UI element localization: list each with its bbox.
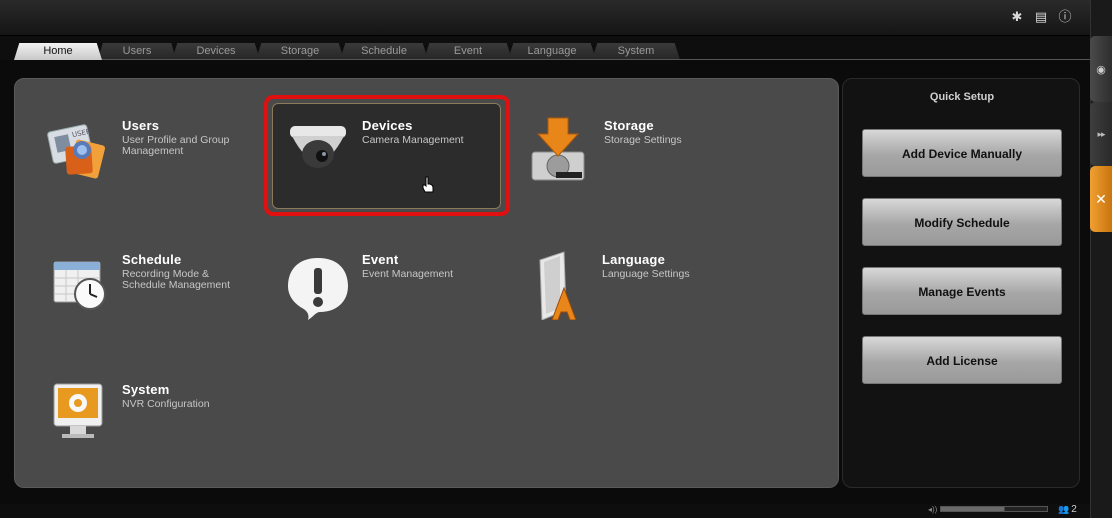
tab-devices[interactable]: Devices xyxy=(172,43,260,60)
info-icon[interactable]: ⓘ xyxy=(1058,10,1072,24)
schedule-description: Recording Mode & Schedule Management xyxy=(122,268,230,291)
storage-title: Storage xyxy=(604,118,654,133)
quick-setup-panel: Quick Setup Add Device Manually Modify S… xyxy=(842,78,1080,488)
eye-icon[interactable]: ◉ xyxy=(1090,36,1112,102)
tab-event[interactable]: Event xyxy=(424,43,512,60)
home-item-schedule[interactable]: Schedule Recording Mode & Schedule Manag… xyxy=(52,250,247,320)
home-item-users[interactable]: USER Users User Profile and Group Manage… xyxy=(44,116,247,186)
calendar-clock-icon xyxy=(52,250,114,320)
schedule-title: Schedule xyxy=(122,252,182,267)
system-description: NVR Configuration xyxy=(122,398,210,410)
users-icon: USER xyxy=(44,116,114,186)
devices-description: Camera Management xyxy=(362,134,464,146)
language-icon xyxy=(530,250,596,321)
tab-schedule[interactable]: Schedule xyxy=(340,43,428,60)
document-icon[interactable]: ▤ xyxy=(1034,10,1048,24)
tab-users[interactable]: Users xyxy=(98,43,176,60)
top-icons: ✱ ▤ ⓘ xyxy=(1010,10,1072,24)
speaker-icon: ◂)) xyxy=(928,504,938,514)
event-title: Event xyxy=(362,252,399,267)
connected-users-count: 2 xyxy=(1071,504,1077,515)
event-description: Event Management xyxy=(362,268,454,280)
users-description: User Profile and Group Management xyxy=(122,134,230,157)
users-title: Users xyxy=(122,118,160,133)
gear-icon[interactable]: ✱ xyxy=(1010,10,1024,24)
add-license-button[interactable]: Add License xyxy=(862,336,1062,384)
manage-events-button[interactable]: Manage Events xyxy=(862,267,1062,315)
volume-slider[interactable] xyxy=(940,506,1048,512)
tab-storage[interactable]: Storage xyxy=(256,43,344,60)
storage-icon xyxy=(526,116,596,186)
add-device-manually-button[interactable]: Add Device Manually xyxy=(862,129,1062,177)
system-title: System xyxy=(122,382,170,397)
language-title: Language xyxy=(602,252,665,267)
tab-underline xyxy=(14,59,1106,60)
devices-title: Devices xyxy=(362,118,413,133)
storage-description: Storage Settings xyxy=(604,134,682,146)
fast-forward-icon[interactable]: ▸▸ xyxy=(1090,102,1112,166)
volume-control[interactable]: ◂)) xyxy=(928,504,1048,514)
top-bar: ✱ ▤ ⓘ xyxy=(0,0,1090,36)
tabs: Home Users Devices Storage Schedule Even… xyxy=(14,43,680,60)
quick-setup-title: Quick Setup xyxy=(929,91,995,103)
language-description: Language Settings xyxy=(602,268,690,280)
tools-icon[interactable]: ✕ xyxy=(1090,166,1112,232)
connected-users: 👥 2 xyxy=(1058,504,1077,515)
users-group-icon: 👥 xyxy=(1058,504,1070,514)
home-item-language[interactable]: Language Language Settings xyxy=(530,250,727,321)
tab-home[interactable]: Home xyxy=(14,43,102,60)
home-item-devices[interactable]: Devices Camera Management xyxy=(284,116,487,186)
modify-schedule-button[interactable]: Modify Schedule xyxy=(862,198,1062,246)
home-item-event[interactable]: Event Event Management xyxy=(284,250,487,320)
home-item-system[interactable]: System NVR Configuration xyxy=(52,380,247,450)
hand-cursor-icon xyxy=(422,176,434,193)
camera-icon xyxy=(284,116,354,186)
tab-language[interactable]: Language xyxy=(508,43,596,60)
tab-bar: Home Users Devices Storage Schedule Even… xyxy=(0,36,1090,60)
home-item-storage[interactable]: Storage Storage Settings xyxy=(526,116,729,186)
exclamation-bubble-icon xyxy=(284,250,354,320)
monitor-gear-icon xyxy=(52,380,114,450)
status-bar xyxy=(0,504,1090,518)
tab-system[interactable]: System xyxy=(592,43,680,60)
